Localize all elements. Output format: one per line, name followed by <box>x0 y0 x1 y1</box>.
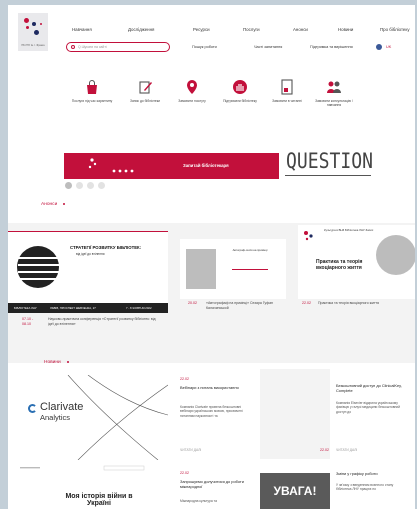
logo-caption: НБ ЛНУ ім. І. Франка <box>21 44 45 48</box>
bar-text: 7 - 8 ЖОВТНЯ 2022 <box>126 306 152 310</box>
announcement-text[interactable]: Науково-практична конференція «Стратегії… <box>48 317 158 326</box>
announcement-card[interactable]: Культура в ВНЗ Бібліотека ЛНУ Запис Прак… <box>298 225 415 299</box>
news-item-text: Компанія Clarivate провела безкоштовні в… <box>180 405 243 418</box>
news-item-title[interactable]: Запрошуємо долучитися до роботи міжнарод… <box>180 479 250 489</box>
announcement-image-text: Автограф-сесія на прикінці <box>232 248 268 252</box>
war-story-title: Моя історія війни в Україні <box>65 493 133 508</box>
warning-text: УВАГА! <box>273 484 317 498</box>
news-item-text: Компанія Elsevier відкрила українському … <box>336 401 400 414</box>
ask-librarian-banner[interactable]: Запитай бібліотекаря <box>171 153 279 179</box>
announcement-image-sub: від ідеї до втілення <box>76 252 105 256</box>
search-icon <box>71 45 75 49</box>
quicklink-label: Замовити в читанні <box>272 99 302 103</box>
news-item-title[interactable]: Зміни у графіку роботи <box>336 471 412 476</box>
search-placeholder: Q Шукати на сайті <box>78 45 107 50</box>
news-item-title[interactable]: Вебінари з питань використання <box>180 385 250 390</box>
announcement-date: 22.02 <box>302 301 311 305</box>
nav-item-announcements[interactable]: Анонси <box>293 27 308 32</box>
clarivate-sub: Analytics <box>40 413 71 422</box>
bar-text: ЛЬВІВ, ПРОСПЕКТ ШЕВЧЕНКА, 27 <box>50 306 96 310</box>
announcement-date: 20.02 <box>188 301 197 305</box>
news-date: 22.02 <box>180 377 189 381</box>
quicklink-consultation[interactable]: Замовити консультацію / навчання <box>310 79 358 107</box>
page: НБ ЛНУ ім. І. Франка Навчання Дослідженн… <box>8 5 415 509</box>
slider-dot[interactable] <box>87 182 94 189</box>
announcement-text[interactable]: Практика та теорія вкоціарного життя <box>318 301 414 306</box>
announcements-title[interactable]: Анонси <box>41 202 66 207</box>
document-icon <box>279 79 295 95</box>
announcement-text[interactable]: «Автографаф на прикінці» Сезара Гуфан Ка… <box>206 301 278 310</box>
news-image[interactable] <box>260 369 330 459</box>
clarivate-background <box>67 374 169 461</box>
announcement-info-bar: БІБЛІОТЕКА ЛНУ ЛЬВІВ, ПРОСПЕКТ ШЕВЧЕНКА,… <box>8 303 168 313</box>
banner-label: Запитай бібліотекаря <box>183 163 229 168</box>
quicklink-support-library[interactable]: Підтримати бібліотеку <box>216 79 264 103</box>
circle-graphic <box>17 246 63 288</box>
announcement-image-title: СТРАТЕГІЇ РОЗВИТКУ БІБЛІОТЕК: <box>70 245 142 250</box>
banner-image[interactable] <box>64 153 171 179</box>
announcement-date: 07.10 - 08.10 <box>22 317 34 326</box>
news-item-title[interactable]: Безкоштовний доступ до ClinicalKey, Comp… <box>336 383 412 393</box>
quicklink-label: Послуги під час карантину <box>71 99 113 103</box>
library-logo[interactable]: НБ ЛНУ ім. І. Франка <box>18 13 48 51</box>
clarivate-mark-icon <box>28 404 37 413</box>
nav-item-research[interactable]: Дослідження <box>128 27 154 32</box>
hand-icon <box>232 79 248 95</box>
nav-item-services[interactable]: Послуги <box>243 27 260 32</box>
edit-icon <box>137 79 153 95</box>
bag-icon <box>84 79 100 95</box>
clarivate-news-image[interactable] <box>8 374 169 461</box>
slider-dot[interactable] <box>98 182 105 189</box>
quicklink-label: Підтримати бібліотеку <box>223 99 257 103</box>
news-title-text: Новини <box>44 360 61 365</box>
clarivate-name: Clarivate <box>40 401 84 413</box>
question-banner: QUESTION <box>279 145 375 183</box>
nav-item-study[interactable]: Навчання <box>72 27 92 32</box>
warning-image[interactable]: УВАГА! <box>260 473 330 509</box>
subnav-job-search[interactable]: Пошук роботи <box>192 45 217 49</box>
read-more-link[interactable]: ЧИТАТИ ДАЛІ <box>180 448 201 452</box>
nav-item-resources[interactable]: Ресурси <box>193 27 210 32</box>
quicklink-quarantine[interactable]: Послуги під час карантину <box>68 79 116 103</box>
facebook-icon[interactable] <box>376 44 382 50</box>
read-more-link[interactable]: ЧИТАТИ ДАЛІ <box>336 448 357 452</box>
announcement-image-header: Культура в ВНЗ Бібліотека ЛНУ Запис <box>324 228 374 232</box>
portrait-image <box>376 235 415 275</box>
announcement-image-title: Практика та теорія вкоціарного життя <box>316 259 363 271</box>
search-input[interactable]: Q Шукати на сайті <box>66 42 170 52</box>
slider-dot[interactable] <box>65 182 72 189</box>
language-switch[interactable]: UK <box>386 45 391 49</box>
slider-dot[interactable] <box>76 182 83 189</box>
announcements-section: СТРАТЕГІЇ РОЗВИТКУ БІБЛІОТЕК: від ідеї д… <box>8 223 415 363</box>
announcement-card[interactable]: Автограф-сесія на прикінці <box>180 239 286 299</box>
nav-item-about[interactable]: Про бібліотеку <box>380 27 410 32</box>
quicklink-reading[interactable]: Замовити в читанні <box>263 79 311 103</box>
bar-text: БІБЛІОТЕКА ЛНУ <box>14 306 37 310</box>
announcement-card[interactable]: СТРАТЕГІЇ РОЗВИТКУ БІБЛІОТЕК: від ідеї д… <box>8 231 168 313</box>
quicklink-label: Замовити послугу <box>178 99 206 103</box>
nav-item-news[interactable]: Новини <box>338 27 353 32</box>
quicklink-order-service[interactable]: Замовити послугу <box>168 79 216 103</box>
announcements-title-text: Анонси <box>41 202 58 207</box>
location-pin-icon <box>184 79 200 95</box>
library-logo-icon <box>304 231 313 241</box>
banner-question-text: QUESTION <box>286 149 373 173</box>
news-title[interactable]: Новини <box>44 360 69 365</box>
news-date: 22.02 <box>320 448 329 452</box>
quicklink-label: Запис до бібліотеки <box>129 99 161 103</box>
quicklink-register[interactable]: Запис до бібліотеки <box>121 79 169 103</box>
portrait-image <box>186 249 216 289</box>
quicklink-label: Замовити консультацію / навчання <box>315 99 353 108</box>
news-item-text: Міжнародна культура та <box>180 499 217 503</box>
subnav-support[interactable]: Підтримка та вирішення <box>310 45 353 49</box>
subnav-faq[interactable]: Часті запитання <box>254 45 282 49</box>
news-item-text: У зв'язку з введенням воєнного стану біб… <box>336 483 394 492</box>
news-date: 22.02 <box>180 471 189 475</box>
users-icon <box>326 79 342 95</box>
main-nav: Навчання Дослідження Ресурси Послуги Ано… <box>68 27 415 35</box>
